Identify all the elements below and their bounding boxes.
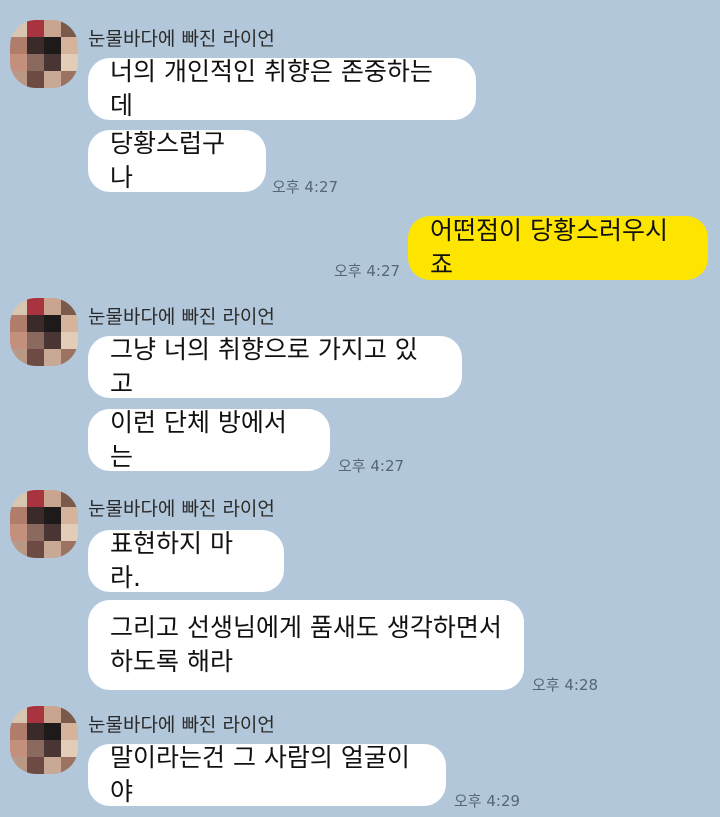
message-bubble[interactable]: 그리고 선생님에게 품새도 생각하면서 하도록 해라 xyxy=(88,600,524,690)
avatar-mosaic-tile xyxy=(27,54,44,71)
message-bubble[interactable]: 이런 단체 방에서는 xyxy=(88,408,330,471)
avatar-mosaic-tile xyxy=(61,54,78,71)
avatar-mosaic-tile xyxy=(10,723,27,740)
sender-name: 눈물바다에 빠진 라이언 xyxy=(88,714,275,736)
avatar-mosaic-tile xyxy=(61,706,78,723)
avatar-mosaic-tile xyxy=(27,315,44,332)
avatar-mosaic-tile xyxy=(44,54,61,71)
avatar-mosaic-tile xyxy=(61,71,78,88)
avatar-mosaic-tile xyxy=(10,541,27,558)
avatar-mosaic-tile xyxy=(44,332,61,349)
avatar-mosaic-tile xyxy=(44,37,61,54)
avatar-mosaic-tile xyxy=(10,20,27,37)
avatar-mosaic-tile xyxy=(44,507,61,524)
message-bubble[interactable]: 너의 개인적인 취향은 존중하는데 xyxy=(88,57,476,120)
message-bubble[interactable]: 당황스럽구나 xyxy=(88,129,266,192)
avatar-mosaic-tile xyxy=(10,524,27,541)
avatar-mosaic-tile xyxy=(61,757,78,774)
avatar-mosaic-tile xyxy=(44,298,61,315)
avatar-mosaic-tile xyxy=(44,349,61,366)
avatar-mosaic-tile xyxy=(61,507,78,524)
message-bubble[interactable]: 말이라는건 그 사람의 얼굴이야 xyxy=(88,743,446,806)
message-timestamp: 오후 4:28 xyxy=(532,676,599,694)
avatar-mosaic-tile xyxy=(10,71,27,88)
avatar-mosaic-tile xyxy=(10,37,27,54)
avatar-mosaic-tile xyxy=(27,757,44,774)
message-timestamp: 오후 4:27 xyxy=(334,262,401,280)
message-timestamp: 오후 4:27 xyxy=(338,457,405,475)
avatar-mosaic-tile xyxy=(44,757,61,774)
avatar-mosaic-tile xyxy=(27,524,44,541)
avatar-mosaic-tile xyxy=(44,20,61,37)
avatar-mosaic-tile xyxy=(10,757,27,774)
message-timestamp: 오후 4:29 xyxy=(454,792,521,810)
sender-name: 눈물바다에 빠진 라이언 xyxy=(88,498,275,520)
avatar-mosaic-tile xyxy=(27,490,44,507)
avatar-mosaic-tile xyxy=(44,71,61,88)
avatar-mosaic-tile xyxy=(44,723,61,740)
sender-name: 눈물바다에 빠진 라이언 xyxy=(88,28,275,50)
message-bubble[interactable]: 그냥 너의 취향으로 가지고 있고 xyxy=(88,335,462,398)
avatar-mosaic-tile xyxy=(10,507,27,524)
avatar-mosaic-tile xyxy=(27,740,44,757)
avatar[interactable] xyxy=(10,490,78,558)
sent-message-bubble[interactable]: 어떤점이 당황스러우시죠 xyxy=(408,216,708,280)
avatar-mosaic-tile xyxy=(61,524,78,541)
avatar-mosaic-tile xyxy=(44,315,61,332)
chat-screen: { "sender_name": "눈물바다에 빠진 라이언", "colors… xyxy=(0,0,720,817)
sender-name: 눈물바다에 빠진 라이언 xyxy=(88,306,275,328)
message-timestamp: 오후 4:27 xyxy=(272,178,339,196)
avatar-mosaic-tile xyxy=(27,71,44,88)
avatar-mosaic-tile xyxy=(27,20,44,37)
avatar-mosaic-tile xyxy=(44,490,61,507)
avatar-mosaic-tile xyxy=(27,37,44,54)
avatar-mosaic-tile xyxy=(27,349,44,366)
avatar-mosaic-tile xyxy=(10,706,27,723)
avatar-mosaic-tile xyxy=(61,37,78,54)
avatar-mosaic-tile xyxy=(61,349,78,366)
avatar-mosaic-tile xyxy=(61,490,78,507)
avatar-mosaic-tile xyxy=(10,349,27,366)
avatar[interactable] xyxy=(10,20,78,88)
avatar-mosaic-tile xyxy=(10,332,27,349)
avatar-mosaic-tile xyxy=(27,541,44,558)
message-bubble[interactable]: 표현하지 마라. xyxy=(88,529,284,592)
avatar-mosaic-tile xyxy=(61,315,78,332)
avatar-mosaic-tile xyxy=(61,541,78,558)
avatar-mosaic-tile xyxy=(61,723,78,740)
avatar-mosaic-tile xyxy=(10,315,27,332)
avatar[interactable] xyxy=(10,706,78,774)
avatar-mosaic-tile xyxy=(27,507,44,524)
avatar[interactable] xyxy=(10,298,78,366)
avatar-mosaic-tile xyxy=(10,298,27,315)
avatar-mosaic-tile xyxy=(10,490,27,507)
avatar-mosaic-tile xyxy=(10,54,27,71)
avatar-mosaic-tile xyxy=(61,332,78,349)
avatar-mosaic-tile xyxy=(44,541,61,558)
avatar-mosaic-tile xyxy=(61,298,78,315)
avatar-mosaic-tile xyxy=(44,524,61,541)
avatar-mosaic-tile xyxy=(10,740,27,757)
avatar-mosaic-tile xyxy=(61,20,78,37)
avatar-mosaic-tile xyxy=(27,723,44,740)
avatar-mosaic-tile xyxy=(44,706,61,723)
avatar-mosaic-tile xyxy=(61,740,78,757)
avatar-mosaic-tile xyxy=(27,706,44,723)
avatar-mosaic-tile xyxy=(27,332,44,349)
avatar-mosaic-tile xyxy=(44,740,61,757)
avatar-mosaic-tile xyxy=(27,298,44,315)
